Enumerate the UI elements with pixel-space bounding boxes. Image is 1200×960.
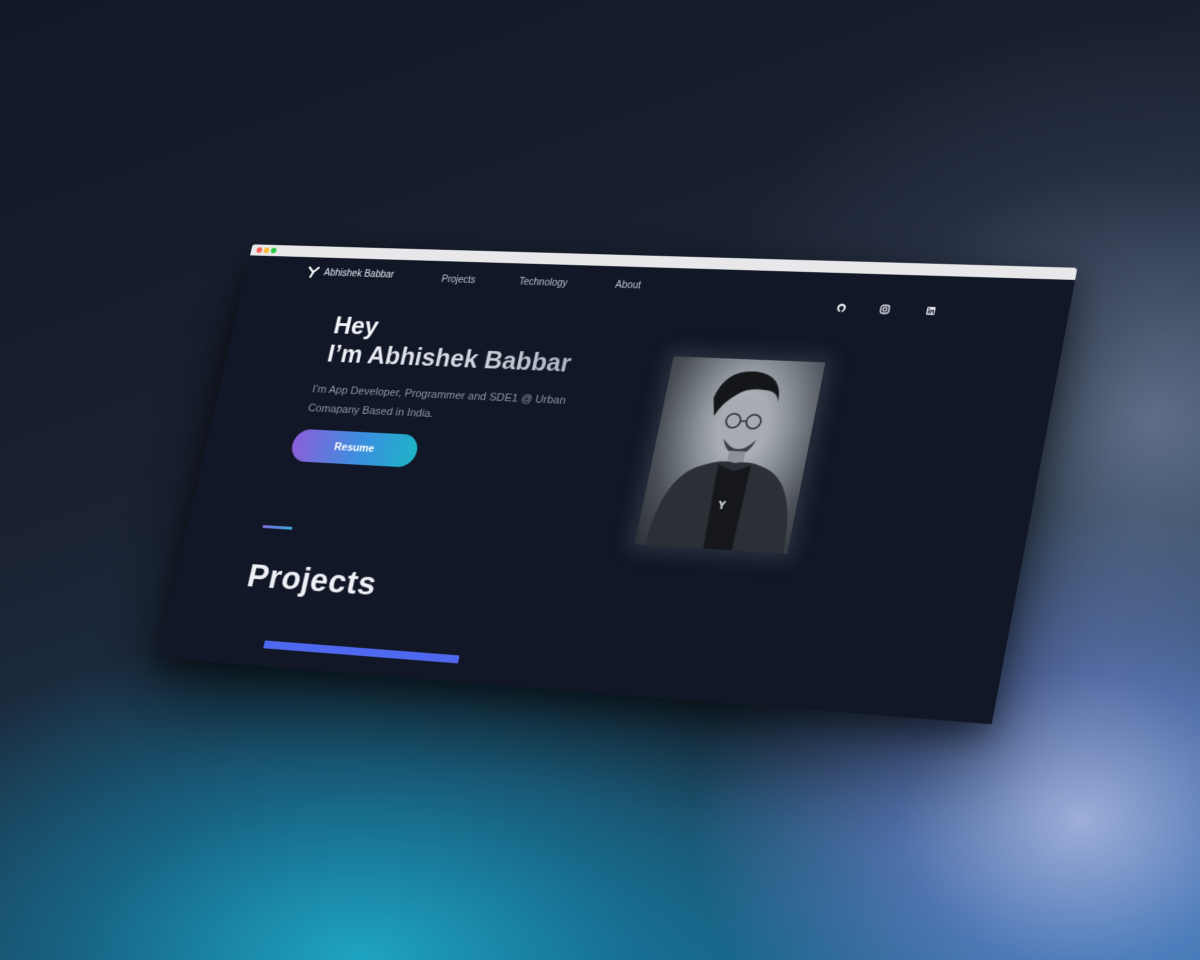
linkedin-icon[interactable] [925, 306, 937, 316]
projects-highlight-bar [263, 640, 460, 664]
close-window-button[interactable] [256, 247, 263, 253]
brand-name: Abhishek Babbar [322, 267, 396, 280]
maximize-window-button[interactable] [270, 247, 277, 254]
hero-greeting: Hey [331, 310, 382, 341]
nav-projects-link[interactable]: Projects [440, 274, 476, 285]
instagram-icon[interactable] [879, 304, 891, 314]
brand-link[interactable]: Abhishek Babbar [306, 266, 395, 280]
projects-heading: Projects [243, 557, 381, 603]
hero-subtitle: I’m App Developer, Programmer and SDE1 @… [306, 383, 568, 421]
person-silhouette: Y [644, 369, 801, 554]
profile-photo: Y [634, 356, 826, 554]
portfolio-page: Abhishek Babbar Projects Technology Abou… [157, 255, 1076, 725]
github-icon[interactable] [835, 303, 847, 313]
section-accent-line [262, 525, 293, 530]
resume-button[interactable]: Resume [288, 428, 421, 468]
nav-technology-link[interactable]: Technology [518, 277, 569, 289]
y-logo-icon [306, 266, 319, 277]
minimize-window-button[interactable] [263, 247, 270, 254]
hero-name: I’m Abhishek Babbar [324, 338, 575, 378]
nav-about-link[interactable]: About [614, 280, 642, 291]
browser-window: Abhishek Babbar Projects Technology Abou… [157, 244, 1078, 725]
